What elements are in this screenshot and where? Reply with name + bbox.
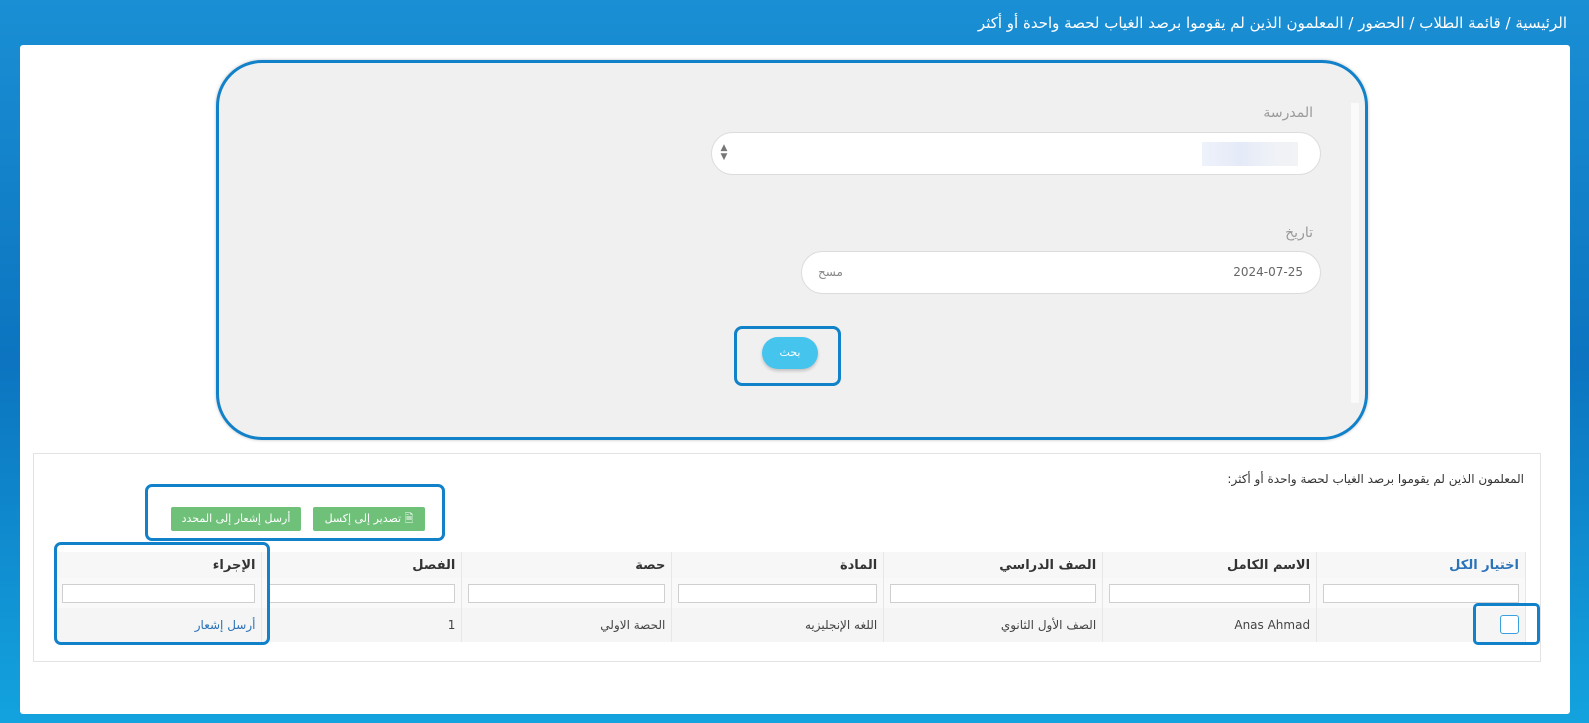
- action-column-highlight: [54, 542, 270, 645]
- results-table: اختيار الكل الاسم الكامل الصف الدراسي ال…: [56, 552, 1526, 642]
- export-excel-label: تصدير إلى إكسل: [324, 512, 402, 525]
- full-name-filter-input[interactable]: [1109, 583, 1311, 603]
- breadcrumb-students-list[interactable]: قائمة الطلاب: [1419, 14, 1501, 32]
- school-value-redacted: [1202, 142, 1298, 166]
- full-name-cell: Anas Ahmad: [1102, 608, 1318, 642]
- select-all-header[interactable]: اختيار الكل: [1316, 552, 1526, 578]
- table-filter-row: [56, 578, 1526, 608]
- breadcrumb-separator: /: [1404, 14, 1420, 32]
- school-select[interactable]: ▲ ▼: [711, 132, 1321, 175]
- grade-header: الصف الدراسي: [883, 552, 1104, 578]
- subject-cell: اللغه الإنجليزيه: [671, 608, 885, 642]
- breadcrumb-current: المعلمون الذين لم يقوموا برصد الغياب لحص…: [977, 14, 1344, 32]
- grade-cell: الصف الأول الثانوي: [883, 608, 1104, 642]
- clear-date-button[interactable]: مسح: [818, 265, 843, 279]
- breadcrumb-home[interactable]: الرئيسية: [1515, 14, 1567, 32]
- filter-cell: [261, 578, 463, 608]
- school-label: المدرسة: [1263, 105, 1313, 121]
- row-checkbox-highlight: [1473, 603, 1540, 645]
- date-field[interactable]: 2024-07-25 مسح: [801, 251, 1321, 294]
- period-filter-input[interactable]: [468, 583, 666, 603]
- notify-selected-button[interactable]: أرسل إشعار إلى المحدد: [171, 507, 301, 531]
- period-header: حصة: [461, 552, 673, 578]
- subject-filter-input[interactable]: [678, 583, 878, 603]
- select-filter-input[interactable]: [1323, 583, 1519, 603]
- full-name-header: الاسم الكامل: [1102, 552, 1318, 578]
- filter-cell: [1102, 578, 1318, 608]
- subject-header: المادة: [671, 552, 885, 578]
- date-label: تاريخ: [1285, 225, 1313, 241]
- search-button-highlight: بحث: [734, 326, 841, 386]
- action-buttons-highlight: 🗎 تصدير إلى إكسل أرسل إشعار إلى المحدد: [145, 484, 445, 541]
- filter-cell: [461, 578, 673, 608]
- breadcrumb-attendance[interactable]: الحضور: [1358, 14, 1404, 32]
- date-value: 2024-07-25: [1233, 265, 1303, 279]
- grade-filter-input[interactable]: [890, 583, 1097, 603]
- search-button[interactable]: بحث: [762, 337, 818, 369]
- period-cell: الحصة الاولي: [461, 608, 673, 642]
- breadcrumb: الرئيسية / قائمة الطلاب / الحضور / المعل…: [22, 12, 1567, 34]
- table-header-row: اختيار الكل الاسم الكامل الصف الدراسي ال…: [56, 552, 1526, 578]
- sort-arrows-icon: ▲ ▼: [720, 143, 728, 162]
- table-row: Anas Ahmad الصف الأول الثانوي اللغه الإن…: [56, 608, 1526, 642]
- class-header: الفصل: [261, 552, 463, 578]
- breadcrumb-separator: /: [1343, 14, 1359, 32]
- filter-cell: [883, 578, 1104, 608]
- class-cell: 1: [261, 608, 463, 642]
- card-edge: [1351, 103, 1359, 403]
- export-excel-button[interactable]: 🗎 تصدير إلى إكسل: [313, 507, 425, 531]
- results-title: المعلمون الذين لم يقوموا برصد الغياب لحص…: [1227, 472, 1524, 486]
- filter-card: المدرسة ▲ ▼ تاريخ 2024-07-25 مسح بحث: [216, 60, 1368, 440]
- excel-file-icon: 🗎: [404, 512, 414, 525]
- breadcrumb-separator: /: [1500, 14, 1516, 32]
- row-checkbox[interactable]: [1500, 615, 1519, 634]
- filter-cell: [671, 578, 885, 608]
- class-filter-input[interactable]: [268, 583, 456, 603]
